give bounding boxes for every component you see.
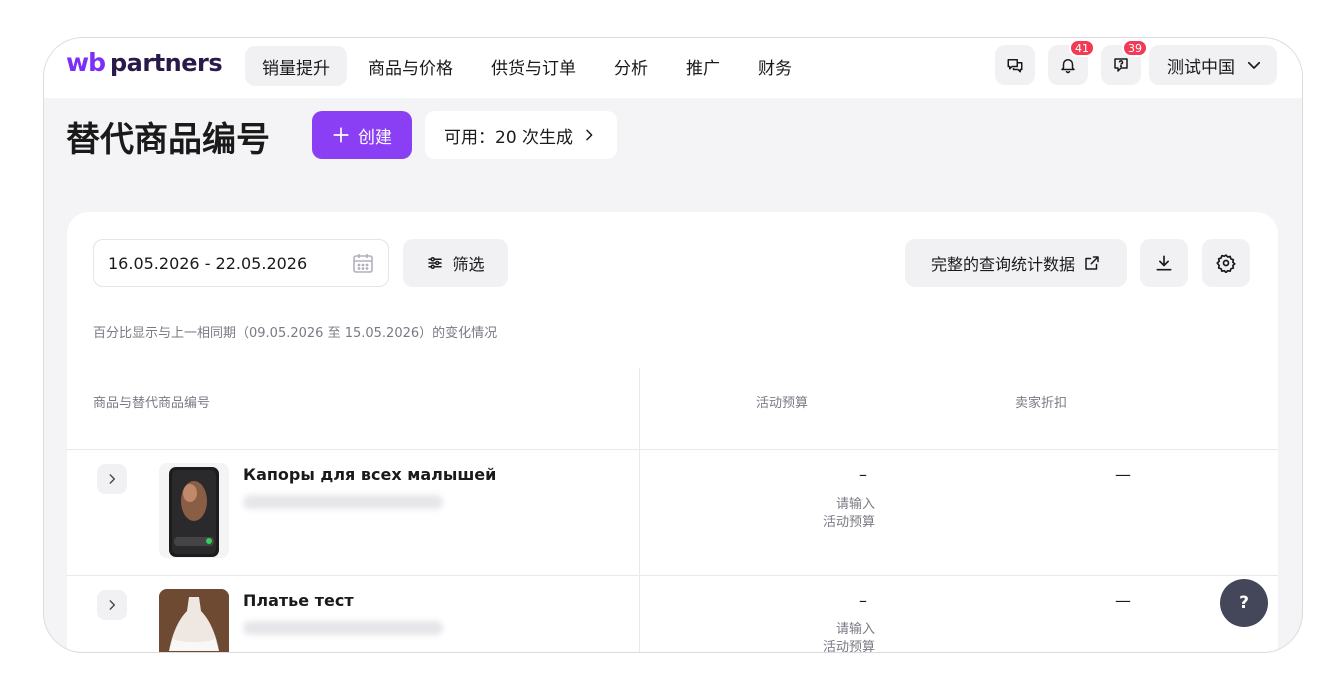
budget-value: – [859, 591, 867, 610]
question-chat-icon [1114, 58, 1128, 72]
logo-wb-text: wb [66, 48, 106, 77]
generation-quota-link[interactable]: 可用：20 次生成 [425, 111, 617, 159]
notifications-badge: 41 [1069, 39, 1095, 57]
column-header-budget: 活动预算 [756, 396, 809, 411]
product-id-blurred [243, 495, 443, 509]
create-button-label: 创建 [358, 127, 392, 148]
sliders-icon [428, 257, 443, 269]
wb-partners-logo[interactable]: wb partners [66, 48, 223, 84]
app-window: wb partners 销量提升 商品与价格 供货与订单 分析 推广 财务 41 [43, 37, 1303, 653]
dress-product-image [159, 589, 229, 652]
quota-label: 可用：20 次生成 [444, 127, 574, 148]
bell-icon [1061, 59, 1075, 74]
budget-hint-line-2: 活动预算 [822, 515, 875, 530]
download-button[interactable] [1140, 239, 1188, 287]
discount-value: — [1115, 591, 1131, 610]
row-divider [67, 449, 1278, 450]
plus-icon [333, 127, 349, 143]
product-thumbnail[interactable] [159, 589, 229, 652]
date-range-picker[interactable]: 16.05.2026 - 22.05.2026 [93, 239, 389, 287]
nav-item-analytics[interactable]: 分析 [597, 46, 665, 86]
chat-button[interactable] [995, 45, 1035, 85]
product-name[interactable]: Платье тест [243, 591, 354, 610]
date-range-value: 16.05.2026 - 22.05.2026 [108, 253, 308, 273]
column-header-product: 商品与替代商品编号 [93, 396, 211, 411]
budget-hint[interactable]: 请输入 活动预算 [815, 621, 875, 653]
support-button[interactable]: 39 [1101, 39, 1148, 85]
period-comparison-note: 百分比显示与上一相同期（09.05.2026 至 15.05.2026）的变化情… [93, 326, 498, 341]
chevron-right-icon [109, 474, 116, 484]
download-icon [1156, 255, 1172, 271]
substitutes-card: 16.05.2026 - 22.05.2026 筛选 完整的查询统计数据 百分比… [67, 212, 1278, 653]
budget-hint[interactable]: 请输入 活动预算 [815, 496, 875, 532]
main-nav: 销量提升 商品与价格 供货与订单 分析 推广 财务 [245, 46, 809, 86]
budget-hint-line-1: 请输入 [835, 497, 875, 512]
external-link-icon [1085, 256, 1099, 270]
support-badge: 39 [1122, 39, 1148, 57]
chevron-down-icon [1247, 61, 1261, 69]
column-divider [639, 368, 640, 652]
help-button[interactable]: ? [1220, 579, 1268, 627]
budget-value: – [859, 465, 867, 484]
filter-button-label: 筛选 [452, 255, 485, 274]
create-button[interactable]: 创建 [312, 111, 412, 159]
chat-icon [1007, 59, 1023, 73]
account-switcher[interactable]: 测试中国 [1149, 45, 1277, 85]
gear-icon [1216, 254, 1236, 273]
account-name: 测试中国 [1167, 57, 1235, 78]
settings-button[interactable] [1202, 239, 1250, 287]
product-thumbnail[interactable] [159, 463, 229, 558]
nav-item-sales-boost[interactable]: 销量提升 [245, 46, 347, 86]
row-expand-button[interactable] [97, 464, 127, 494]
nav-item-promotion[interactable]: 推广 [669, 46, 737, 86]
budget-hint-line-1: 请输入 [835, 622, 875, 637]
discount-value: — [1115, 465, 1131, 484]
phone-product-image [169, 467, 219, 557]
nav-item-finance[interactable]: 财务 [741, 46, 809, 86]
calendar-icon [353, 254, 373, 273]
filter-button[interactable]: 筛选 [403, 239, 508, 287]
nav-item-products-prices[interactable]: 商品与价格 [351, 46, 470, 86]
full-stats-label: 完整的查询统计数据 [930, 255, 1075, 274]
column-header-discount: 卖家折扣 [1015, 396, 1068, 411]
chevron-right-icon [586, 129, 593, 141]
row-divider [67, 575, 1278, 576]
row-expand-button[interactable] [97, 590, 127, 620]
product-name[interactable]: Капоры для всех малышей [243, 465, 496, 484]
nav-item-supply-orders[interactable]: 供货与订单 [474, 46, 593, 86]
top-header: wb partners 销量提升 商品与价格 供货与订单 分析 推广 财务 41 [44, 38, 1302, 98]
logo-partners-text: partners [110, 49, 223, 77]
full-stats-button[interactable]: 完整的查询统计数据 [905, 239, 1127, 287]
notifications-button[interactable]: 41 [1048, 39, 1095, 85]
page-title: 替代商品编号 [66, 120, 270, 160]
product-id-blurred [243, 621, 443, 635]
chevron-right-icon [109, 600, 116, 610]
budget-hint-line-2: 活动预算 [822, 640, 875, 653]
